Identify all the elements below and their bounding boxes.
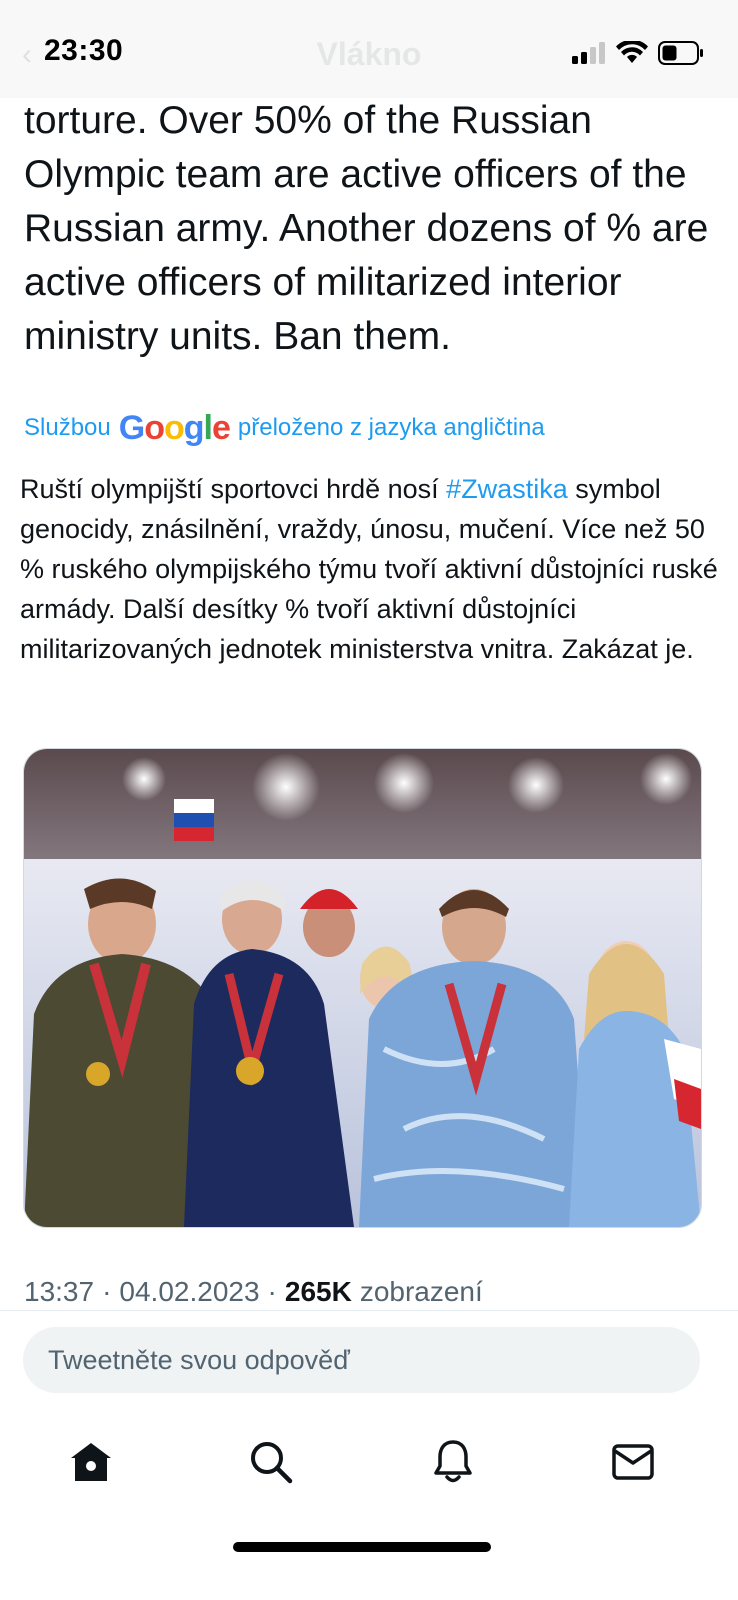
tab-notifications[interactable] (423, 1432, 483, 1492)
signal-icon (572, 42, 605, 64)
meta-separator: · (267, 1276, 277, 1307)
meta-separator: · (102, 1276, 112, 1307)
translation-suffix: přeloženo z jazyka angličtina (237, 414, 545, 441)
tweet-original-text: torture. Over 50% of the Russian Olympic… (24, 99, 709, 358)
tweet-meta: 13:37 · 04.02.2023 · 265K zobrazení (24, 1272, 483, 1312)
tab-search[interactable] (241, 1432, 301, 1492)
search-icon (251, 1442, 293, 1484)
tweet-photo[interactable] (23, 748, 702, 1228)
views-count[interactable]: 265K (285, 1276, 352, 1308)
status-bar: ‹ Vlákno 23:30 (0, 0, 738, 98)
status-time: 23:30 (44, 34, 124, 67)
tweet-time: 13:37 (24, 1276, 95, 1307)
tweet-date: 04.02.2023 (119, 1276, 260, 1307)
status-icons (572, 40, 704, 66)
views-label: zobrazení (359, 1276, 483, 1307)
home-indicator (233, 1542, 491, 1552)
tab-messages[interactable] (603, 1432, 663, 1492)
hashtag-link[interactable]: #Zwastika (446, 474, 568, 504)
battery-icon (658, 41, 703, 65)
mail-icon (612, 1444, 654, 1480)
tab-home[interactable] (61, 1432, 121, 1492)
home-icon (71, 1443, 111, 1481)
translated-text-part1: Ruští olympijští sportovci hrdě nosí (20, 474, 447, 504)
translation-prefix: Službou (24, 414, 111, 441)
reply-box[interactable] (23, 1327, 700, 1393)
athletes-photo-image (24, 749, 701, 1227)
divider (0, 1310, 738, 1311)
reply-input[interactable] (46, 1343, 650, 1377)
wifi-icon (616, 41, 648, 63)
translation-attribution[interactable]: Službou Google přeloženo z jazyka anglič… (24, 408, 545, 447)
bell-icon (434, 1440, 472, 1483)
google-logo: Google (118, 408, 231, 447)
bottom-tab-bar (0, 1418, 738, 1498)
tweet-translated-text: Ruští olympijští sportovci hrdě nosí #Zw… (20, 469, 720, 669)
